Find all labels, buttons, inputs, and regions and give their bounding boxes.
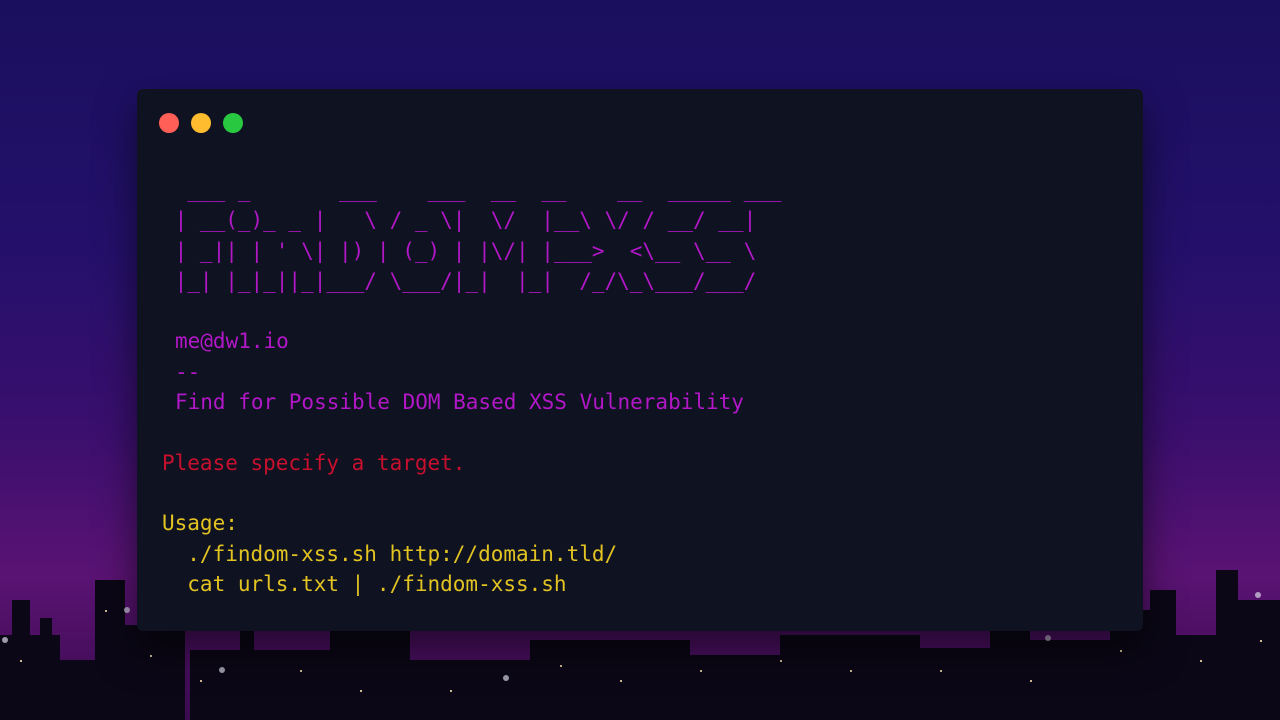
maximize-button[interactable] bbox=[223, 113, 243, 133]
ascii-banner-line: ___ _ ___ ___ __ __ __ _____ ___ bbox=[162, 178, 782, 202]
close-button[interactable] bbox=[159, 113, 179, 133]
window-controls bbox=[159, 113, 243, 133]
ascii-banner-line: |_| |_|_||_|___/ \___/|_| |_| /_/\_\___/… bbox=[162, 268, 757, 293]
ascii-banner-line: | __(_)_ _ | \ / _ \| \/ |__\ \/ / __/ _… bbox=[162, 208, 757, 233]
ascii-banner-line: | _|| | ' \| |) | (_) | |\/| |___> <\__ … bbox=[162, 238, 757, 263]
terminal-window: ___ _ ___ ___ __ __ __ _____ ___ | __(_)… bbox=[137, 89, 1143, 631]
error-message: Please specify a target. bbox=[162, 450, 466, 475]
separator: -- bbox=[175, 359, 201, 384]
usage-example: ./findom-xss.sh http://domain.tld/ bbox=[162, 541, 618, 566]
minimize-button[interactable] bbox=[191, 113, 211, 133]
tool-description: Find for Possible DOM Based XSS Vulnerab… bbox=[175, 390, 744, 415]
usage-label: Usage: bbox=[162, 511, 238, 536]
author-email: me@dw1.io bbox=[175, 329, 289, 354]
terminal-output: ___ _ ___ ___ __ __ __ _____ ___ | __(_)… bbox=[162, 175, 782, 599]
usage-example: cat urls.txt | ./findom-xss.sh bbox=[162, 571, 567, 596]
